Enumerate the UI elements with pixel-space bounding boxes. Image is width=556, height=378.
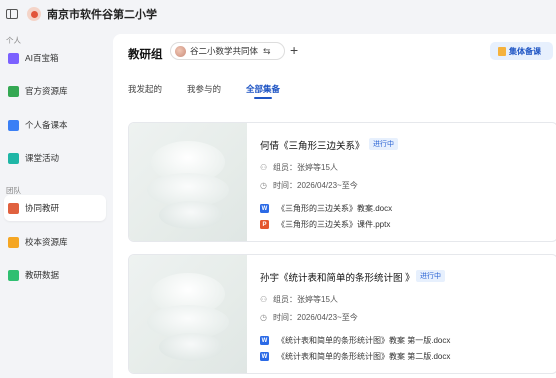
sidebar-item-label: 教研数据 [25, 270, 60, 280]
group-selector[interactable]: 谷二小数学共同体 ⇆ [170, 42, 285, 60]
file-item[interactable]: W 《统计表和简单的条形统计图》教案 第二版.docx [260, 351, 450, 362]
thumbnail-shape [159, 333, 223, 361]
sidebar: 个人 AI百宝箱 官方资源库 个人备课本 课堂活动 团队 协同教研 校本资源库 … [0, 28, 108, 378]
sidebar-item-collab-research[interactable]: 协同教研 [4, 195, 106, 221]
prep-card[interactable]: 何倩《三角形三边关系》 进行中 ⚇ 组员：张婷等15人 ◷ 时间：2026/04… [128, 122, 556, 242]
sidebar-item-label: 课堂活动 [25, 153, 60, 163]
group-name: 谷二小数学共同体 [190, 46, 259, 56]
school-logo [27, 7, 41, 21]
tab-participated[interactable]: 我参与的 [187, 83, 221, 95]
main-panel: 教研组 谷二小数学共同体 ⇆ + 集体备课 我发起的 我参与的 全部集备 何倩《… [113, 34, 556, 378]
word-doc-icon: W [260, 204, 269, 213]
status-badge: 进行中 [416, 270, 445, 282]
card-members: ⚇ 组员：张婷等15人 [260, 162, 338, 173]
sidebar-item-school-resource[interactable]: 校本资源库 [4, 229, 106, 255]
card-thumbnail [129, 123, 247, 241]
research-data-icon [8, 269, 19, 281]
card-time: ◷ 时间：2026/04/23~至今 [260, 312, 358, 323]
time-text: 时间：2026/04/23~至今 [273, 181, 358, 190]
top-bar: 南京市软件谷第二小学 [0, 0, 556, 28]
file-name: 《统计表和简单的条形统计图》教案 第一版.docx [277, 336, 451, 345]
card-title: 何倩《三角形三边关系》 [260, 141, 365, 152]
members-icon: ⚇ [260, 294, 268, 304]
sidebar-item-lesson-book[interactable]: 个人备课本 [4, 112, 106, 138]
members-text: 组员：张婷等15人 [273, 163, 338, 172]
collective-prep-label: 集体备课 [509, 46, 541, 56]
file-name: 《统计表和简单的条形统计图》教案 第二版.docx [277, 352, 451, 361]
tab-all-prep[interactable]: 全部集备 [246, 83, 280, 99]
card-thumbnail [129, 255, 247, 373]
file-name: 《三角形的三边关系》教案.docx [277, 204, 393, 213]
group-avatar [175, 45, 186, 57]
clock-icon: ◷ [260, 312, 267, 322]
members-text: 组员：张婷等15人 [273, 295, 338, 304]
card-title: 孙宇《统计表和简单的条形统计图 》 [260, 273, 415, 284]
sidebar-item-label: 官方资源库 [25, 86, 68, 96]
page-title: 教研组 [128, 49, 163, 61]
time-text: 时间：2026/04/23~至今 [273, 313, 358, 322]
file-name: 《三角形的三边关系》课件.pptx [277, 220, 391, 229]
sidebar-item-label: AI百宝箱 [25, 53, 59, 63]
lesson-book-icon [8, 119, 19, 131]
status-badge: 进行中 [369, 138, 398, 150]
collab-research-icon [8, 202, 19, 214]
sidebar-item-research-data[interactable]: 教研数据 [4, 262, 106, 288]
class-activity-icon [8, 152, 19, 164]
sidebar-item-class-activity[interactable]: 课堂活动 [4, 145, 106, 171]
file-item[interactable]: P 《三角形的三边关系》课件.pptx [260, 219, 390, 230]
thumbnail-shape [159, 201, 223, 229]
official-resource-icon [8, 85, 19, 97]
sidebar-item-label: 个人备课本 [25, 120, 68, 130]
members-icon: ⚇ [260, 162, 268, 172]
word-doc-icon: W [260, 352, 269, 361]
document-icon [498, 46, 506, 56]
ai-toolbox-icon [8, 52, 19, 64]
card-members: ⚇ 组员：张婷等15人 [260, 294, 338, 305]
school-resource-icon [8, 236, 19, 248]
sidebar-item-label: 校本资源库 [25, 237, 68, 247]
card-time: ◷ 时间：2026/04/23~至今 [260, 180, 358, 191]
file-item[interactable]: W 《三角形的三边关系》教案.docx [260, 203, 392, 214]
sidebar-item-official-resource[interactable]: 官方资源库 [4, 78, 106, 104]
tab-initiated[interactable]: 我发起的 [128, 83, 162, 95]
collective-prep-button[interactable]: 集体备课 [490, 42, 553, 60]
school-name: 南京市软件谷第二小学 [47, 9, 157, 21]
prep-card[interactable]: 孙宇《统计表和简单的条形统计图 》 进行中 ⚇ 组员：张婷等15人 ◷ 时间：2… [128, 254, 556, 374]
clock-icon: ◷ [260, 180, 267, 190]
word-doc-icon: W [260, 336, 269, 345]
sidebar-toggle-icon[interactable] [6, 9, 18, 19]
add-group-button[interactable]: + [290, 43, 298, 57]
file-item[interactable]: W 《统计表和简单的条形统计图》教案 第一版.docx [260, 335, 450, 346]
powerpoint-icon: P [260, 220, 269, 229]
sidebar-item-label: 协同教研 [25, 203, 60, 213]
swap-icon[interactable]: ⇆ [263, 46, 271, 57]
sidebar-item-ai-toolbox[interactable]: AI百宝箱 [4, 45, 106, 71]
